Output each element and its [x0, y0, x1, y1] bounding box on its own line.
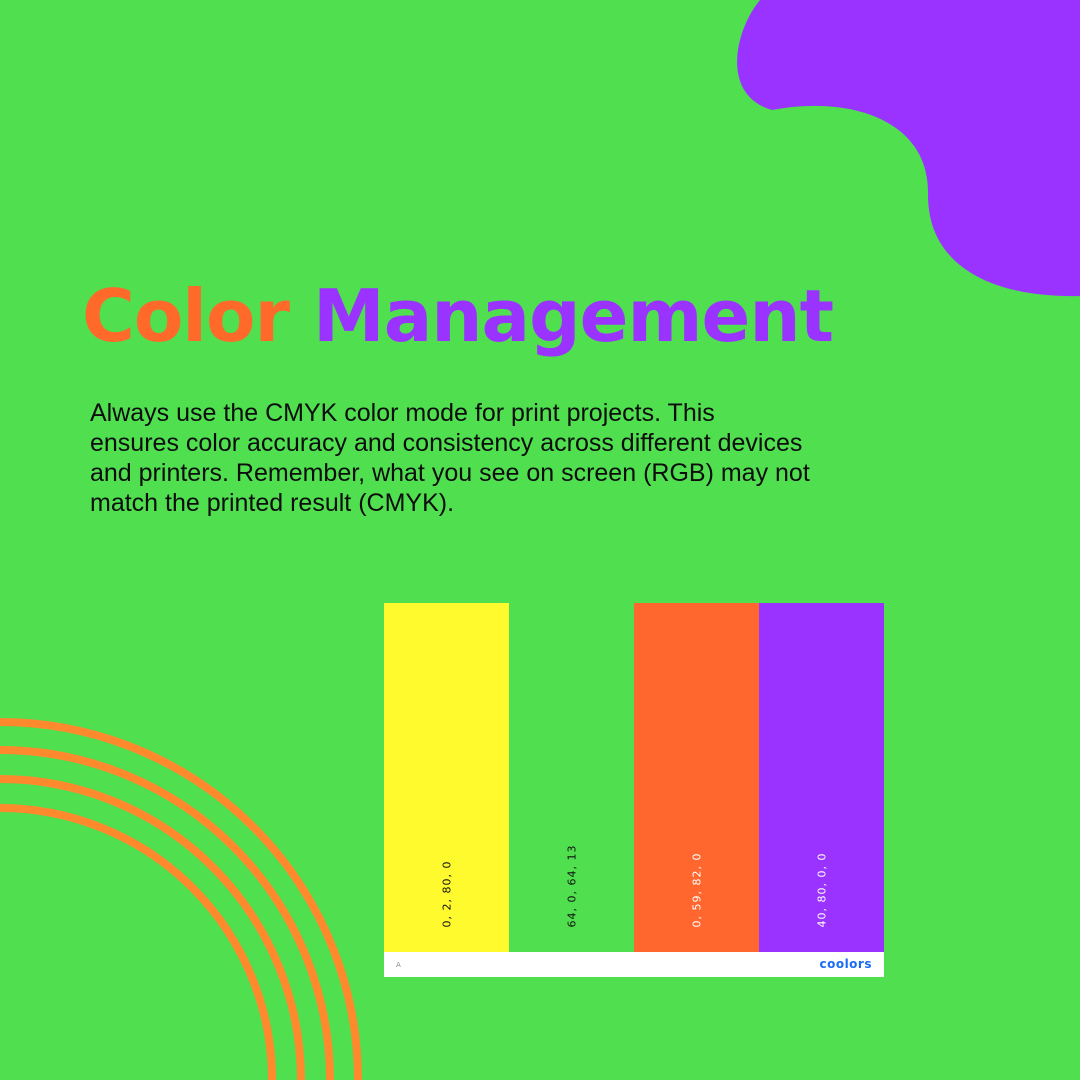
palette-footer: A coolors	[384, 952, 884, 977]
swatch-green[interactable]: 64, 0, 64, 13	[509, 603, 634, 952]
swatch-label: 0, 2, 80, 0	[440, 860, 453, 928]
coolors-logo[interactable]: coolors	[819, 957, 872, 971]
swatch-label: 0, 59, 82, 0	[690, 852, 703, 928]
page-title: Color Management	[82, 280, 834, 352]
swatch-purple[interactable]: 40, 80, 0, 0	[759, 603, 884, 952]
swatch-label: 64, 0, 64, 13	[565, 844, 578, 928]
title-word-color: Color	[82, 274, 290, 358]
title-word-management: Management	[313, 274, 834, 358]
footer-letter: A	[396, 961, 401, 969]
body-paragraph: Always use the CMYK color mode for print…	[90, 399, 810, 517]
palette-swatches: 0, 2, 80, 0 64, 0, 64, 13 0, 59, 82, 0 4…	[384, 603, 884, 952]
swatch-label: 40, 80, 0, 0	[815, 852, 828, 928]
color-palette-card: 0, 2, 80, 0 64, 0, 64, 13 0, 59, 82, 0 4…	[384, 603, 884, 977]
swatch-orange[interactable]: 0, 59, 82, 0	[634, 603, 759, 952]
swatch-yellow[interactable]: 0, 2, 80, 0	[384, 603, 509, 952]
